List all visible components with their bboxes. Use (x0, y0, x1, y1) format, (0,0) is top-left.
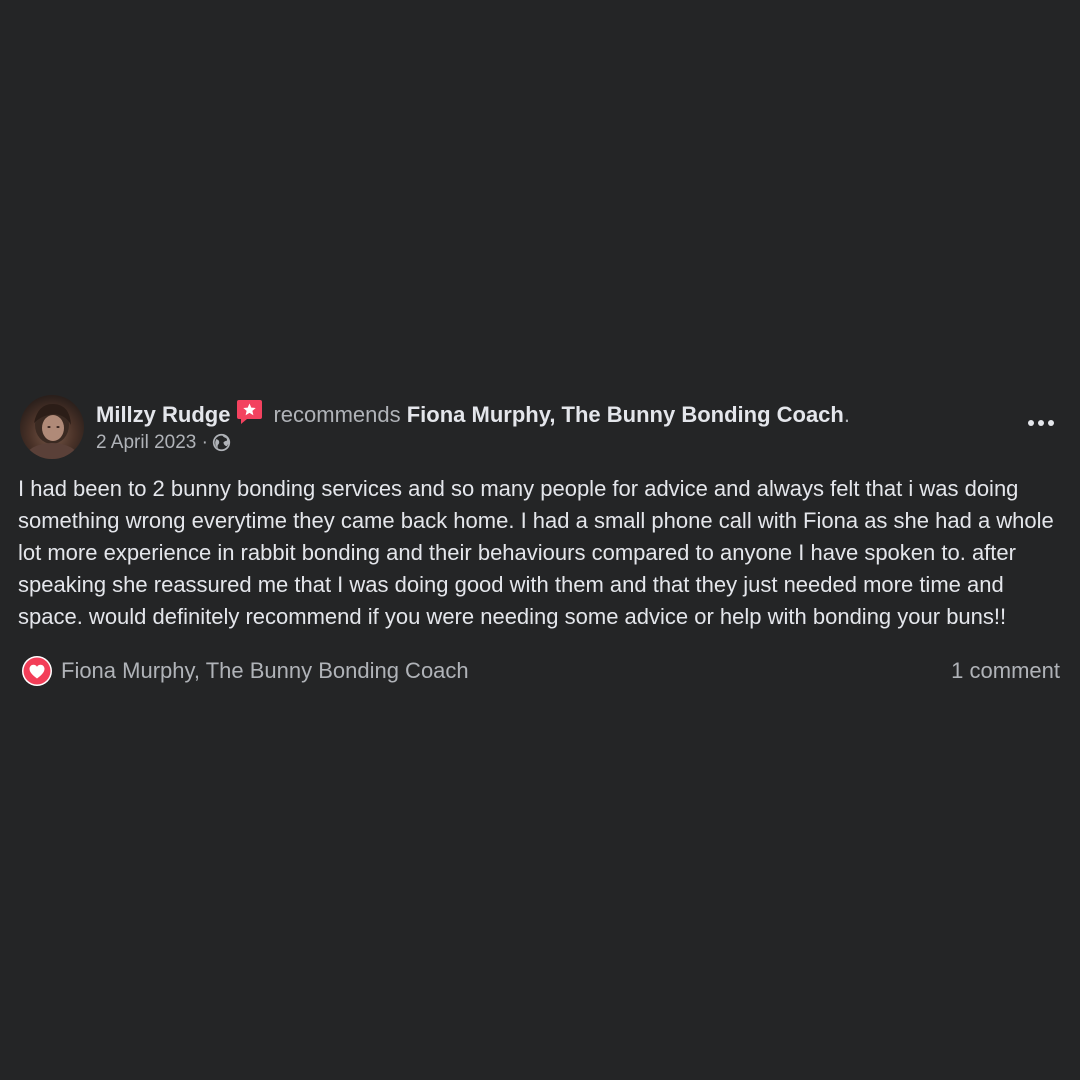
post-footer: Fiona Murphy, The Bunny Bonding Coach 1 … (18, 653, 1062, 689)
post-title-line: Millzy Rudge recommends Fiona Murphy, The… (96, 398, 850, 432)
recommendation-star-icon (236, 398, 263, 432)
author-name[interactable]: Millzy Rudge (96, 402, 230, 427)
post-date[interactable]: 2 April 2023 (96, 432, 196, 453)
avatar-photo (26, 403, 78, 459)
meta-separator: · (201, 432, 208, 453)
post-body-text: I had been to 2 bunny bonding services a… (18, 476, 1054, 629)
reactor-name[interactable]: Fiona Murphy, The Bunny Bonding Coach (61, 657, 469, 685)
more-options-icon (1028, 420, 1054, 426)
comment-count[interactable]: 1 comment (951, 657, 1060, 685)
recommendation-post: Millzy Rudge recommends Fiona Murphy, The… (18, 393, 1062, 689)
post-header: Millzy Rudge recommends Fiona Murphy, The… (18, 393, 1062, 461)
globe-icon (212, 433, 231, 459)
recommended-page-name[interactable]: Fiona Murphy, The Bunny Bonding Coach (407, 402, 844, 427)
title-period: . (843, 402, 850, 427)
action-text: recommends (273, 402, 401, 427)
love-reaction-icon[interactable] (21, 655, 53, 687)
post-meta: 2 April 2023 · (96, 431, 231, 459)
avatar[interactable] (20, 395, 84, 459)
more-options-button[interactable] (1024, 411, 1058, 435)
